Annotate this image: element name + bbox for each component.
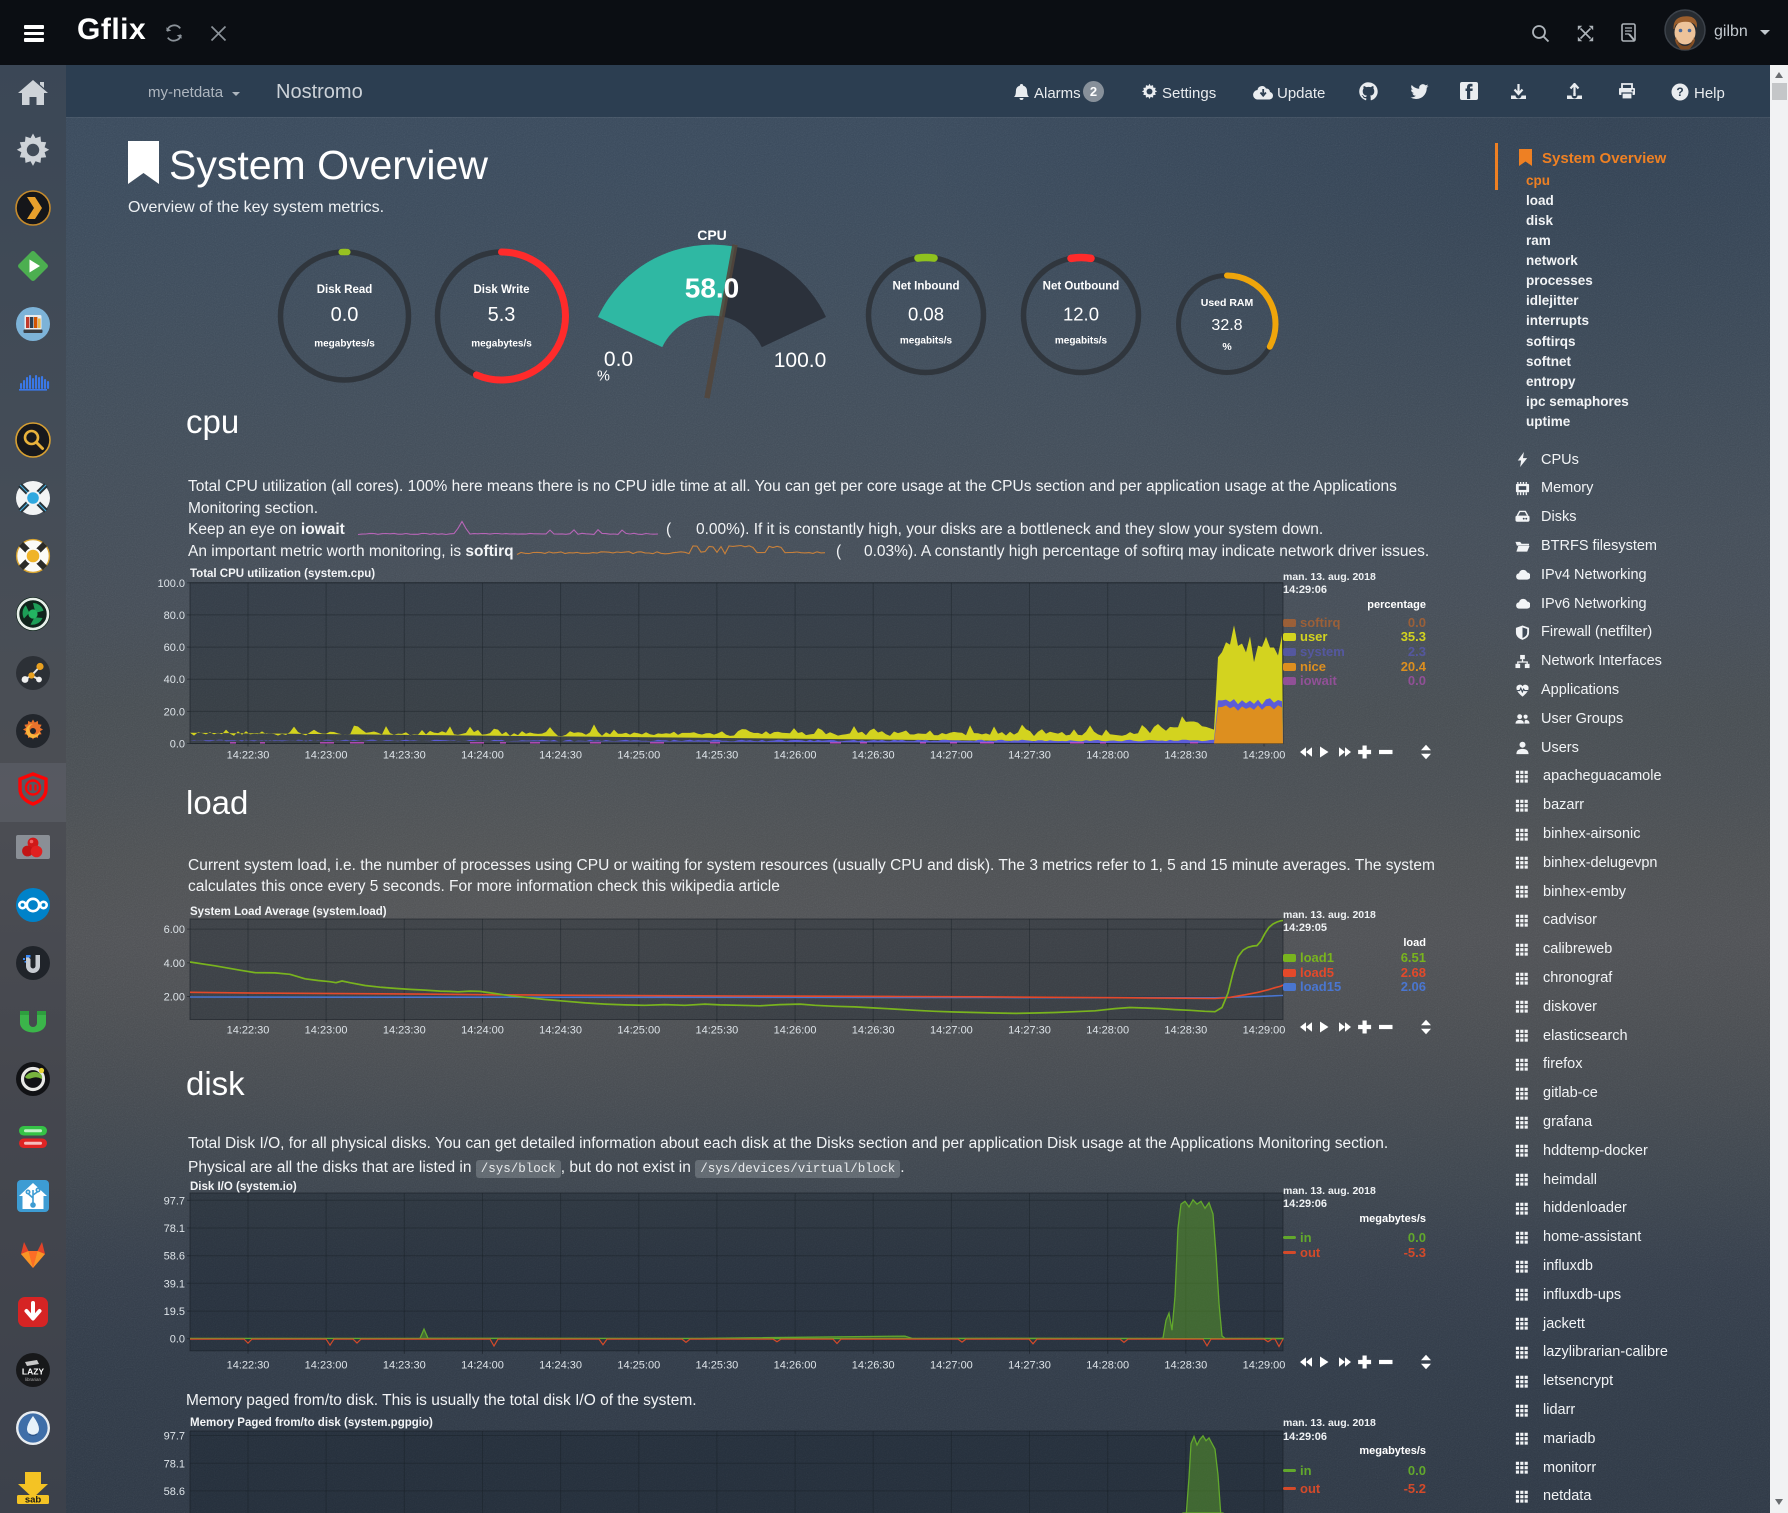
- svg-text:14:26:00: 14:26:00: [774, 750, 817, 762]
- svg-text:78.1: 78.1: [164, 1223, 185, 1235]
- svg-text:14:28:30: 14:28:30: [1164, 1360, 1207, 1372]
- svg-text:14:27:00: 14:27:00: [930, 1360, 973, 1372]
- svg-text:14:26:30: 14:26:30: [852, 1360, 895, 1372]
- svg-text:14:29:00: 14:29:00: [1243, 1025, 1286, 1037]
- svg-text:58.6: 58.6: [164, 1486, 185, 1498]
- svg-text:14:28:00: 14:28:00: [1086, 1360, 1129, 1372]
- svg-text:14:23:00: 14:23:00: [305, 1025, 348, 1037]
- svg-text:?: ?: [1676, 85, 1683, 99]
- svg-text:14:26:30: 14:26:30: [852, 1025, 895, 1037]
- svg-text:6.00: 6.00: [164, 924, 185, 936]
- svg-text:14:28:30: 14:28:30: [1164, 1025, 1207, 1037]
- svg-text:14:26:00: 14:26:00: [774, 1360, 817, 1372]
- svg-text:14:24:00: 14:24:00: [461, 750, 504, 762]
- svg-text:0.0: 0.0: [170, 739, 185, 751]
- svg-text:14:25:00: 14:25:00: [617, 1025, 660, 1037]
- svg-text:14:22:30: 14:22:30: [227, 750, 270, 762]
- svg-text:40.0: 40.0: [164, 674, 185, 686]
- svg-text:14:28:00: 14:28:00: [1086, 1025, 1129, 1037]
- svg-text:58.6: 58.6: [164, 1251, 185, 1263]
- svg-text:14:25:00: 14:25:00: [617, 750, 660, 762]
- svg-text:14:23:30: 14:23:30: [383, 750, 426, 762]
- svg-text:14:28:00: 14:28:00: [1086, 750, 1129, 762]
- svg-text:14:27:30: 14:27:30: [1008, 1360, 1051, 1372]
- svg-text:80.0: 80.0: [164, 610, 185, 622]
- svg-text:100.0: 100.0: [157, 578, 185, 590]
- svg-text:19.5: 19.5: [164, 1306, 185, 1318]
- svg-text:14:24:30: 14:24:30: [539, 1025, 582, 1037]
- svg-text:14:22:30: 14:22:30: [227, 1025, 270, 1037]
- svg-text:39.1: 39.1: [164, 1278, 185, 1290]
- svg-text:4.00: 4.00: [164, 958, 185, 970]
- svg-text:14:22:30: 14:22:30: [227, 1360, 270, 1372]
- svg-text:60.0: 60.0: [164, 642, 185, 654]
- svg-text:14:27:30: 14:27:30: [1008, 750, 1051, 762]
- svg-text:14:24:00: 14:24:00: [461, 1360, 504, 1372]
- svg-text:2.00: 2.00: [164, 992, 185, 1004]
- svg-text:20.0: 20.0: [164, 706, 185, 718]
- svg-text:14:29:00: 14:29:00: [1243, 750, 1286, 762]
- svg-text:14:23:00: 14:23:00: [305, 750, 348, 762]
- svg-text:14:26:30: 14:26:30: [852, 750, 895, 762]
- svg-text:97.7: 97.7: [164, 1195, 185, 1207]
- svg-text:14:23:00: 14:23:00: [305, 1360, 348, 1372]
- svg-text:78.1: 78.1: [164, 1458, 185, 1470]
- svg-text:14:27:00: 14:27:00: [930, 750, 973, 762]
- svg-text:14:29:00: 14:29:00: [1243, 1360, 1286, 1372]
- svg-text:14:25:30: 14:25:30: [695, 750, 738, 762]
- svg-text:14:27:00: 14:27:00: [930, 1025, 973, 1037]
- svg-text:14:27:30: 14:27:30: [1008, 1025, 1051, 1037]
- svg-text:97.7: 97.7: [164, 1431, 185, 1443]
- svg-text:14:23:30: 14:23:30: [383, 1025, 426, 1037]
- svg-text:14:23:30: 14:23:30: [383, 1360, 426, 1372]
- svg-text:14:25:30: 14:25:30: [695, 1360, 738, 1372]
- svg-text:14:26:00: 14:26:00: [774, 1025, 817, 1037]
- svg-text:14:28:30: 14:28:30: [1164, 750, 1207, 762]
- svg-text:14:24:30: 14:24:30: [539, 750, 582, 762]
- svg-text:14:24:00: 14:24:00: [461, 1025, 504, 1037]
- svg-text:14:25:00: 14:25:00: [617, 1360, 660, 1372]
- svg-text:0.0: 0.0: [170, 1334, 185, 1346]
- svg-text:14:25:30: 14:25:30: [695, 1025, 738, 1037]
- svg-text:14:24:30: 14:24:30: [539, 1360, 582, 1372]
